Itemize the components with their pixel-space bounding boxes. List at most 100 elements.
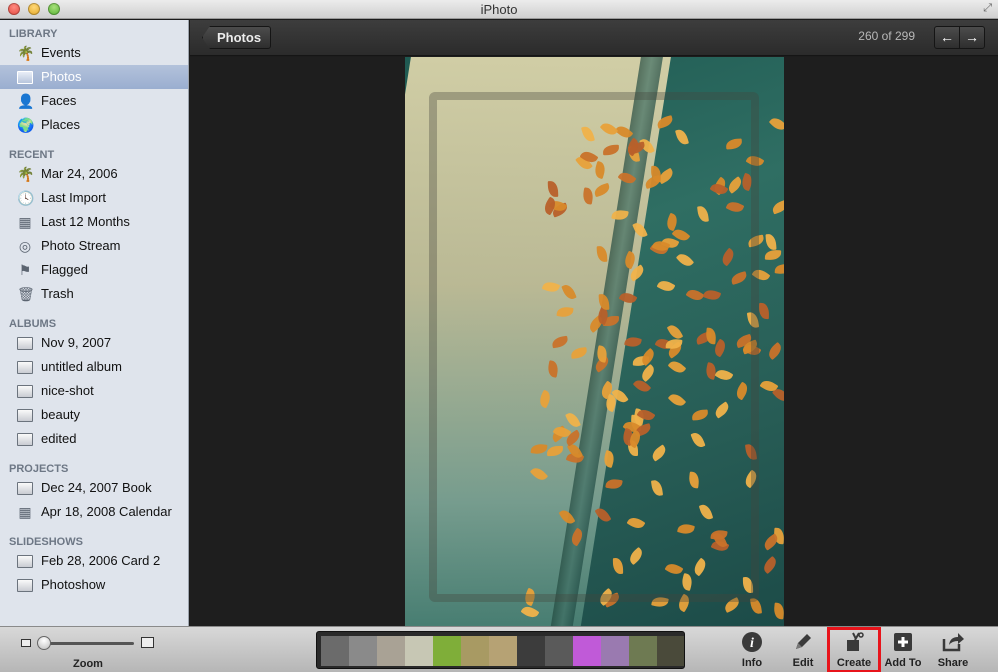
sidebar-item-label: Faces	[41, 93, 77, 108]
photo-image[interactable]	[405, 57, 784, 626]
trash-icon: 🗑	[17, 286, 35, 302]
sidebar-item-label: Apr 18, 2008 Calendar	[41, 504, 172, 519]
arrow-left-icon: ←	[940, 29, 954, 45]
filmstrip-thumbnail[interactable]	[461, 636, 489, 666]
zoom-large-icon[interactable]	[141, 637, 154, 648]
photo-frame-overlay	[429, 92, 759, 602]
sidebar-item-label: Trash	[41, 286, 74, 301]
photo-stream-icon: ◎	[18, 238, 32, 254]
sidebar-item-dec-24-2007-book[interactable]: Dec 24, 2007 Book	[0, 476, 188, 500]
title-bar: iPhoto ⤢	[0, 0, 998, 19]
sidebar-item-last-import[interactable]: 🕓 Last Import	[0, 186, 188, 210]
leaf-shape	[773, 602, 784, 619]
filmstrip-thumbnail[interactable]	[657, 636, 684, 666]
sidebar-item-photos[interactable]: Photos	[0, 65, 188, 89]
info-icon: i	[729, 631, 775, 657]
section-header-slideshows: SLIDESHOWS	[9, 536, 83, 548]
filmstrip-thumbnail[interactable]	[349, 636, 377, 666]
palm-tree-icon: 🌴	[17, 45, 35, 61]
leaf-shape	[768, 114, 784, 134]
pencil-icon	[780, 631, 826, 657]
add-to-button[interactable]: Add To	[880, 631, 926, 671]
filmstrip-thumbnail[interactable]	[517, 636, 545, 666]
zoom-slider-track[interactable]	[38, 642, 134, 645]
zoom-small-icon[interactable]	[21, 639, 31, 647]
info-button[interactable]: i Info	[729, 631, 775, 671]
sidebar-item-label: Flagged	[41, 262, 88, 277]
filmstrip-thumbnail[interactable]	[573, 636, 601, 666]
zoom-slider-knob[interactable]	[37, 636, 51, 650]
sidebar-item-label: Photo Stream	[41, 238, 121, 253]
sidebar-item-apr-18-2008-calendar[interactable]: ▦ Apr 18, 2008 Calendar	[0, 500, 188, 524]
filmstrip-thumbnail[interactable]	[601, 636, 629, 666]
book-icon	[17, 482, 33, 495]
filmstrip-thumbnail[interactable]	[545, 636, 573, 666]
section-header-projects: PROJECTS	[9, 463, 69, 475]
sidebar-item-label: Photoshow	[41, 577, 106, 592]
sidebar-item-label: Nov 9, 2007	[41, 335, 112, 350]
sidebar-item-last-12-months[interactable]: ▦ Last 12 Months	[0, 210, 188, 234]
filmstrip-thumbnail[interactable]	[377, 636, 405, 666]
globe-icon: 🌍	[17, 117, 35, 133]
back-to-photos-button[interactable]: Photos	[202, 26, 272, 49]
sidebar-item-label: edited	[41, 431, 77, 446]
sidebar-item-label: Last 12 Months	[41, 214, 130, 229]
section-header-albums: ALBUMS	[9, 318, 57, 330]
sidebar-item-label: Last Import	[41, 190, 107, 205]
flag-icon: ⚑	[18, 262, 32, 278]
leaf-shape	[765, 342, 784, 361]
plus-icon	[880, 631, 926, 657]
person-icon: 👤	[17, 93, 35, 109]
share-button[interactable]: Share	[930, 631, 976, 671]
leaf-shape	[759, 302, 770, 319]
fullscreen-icon[interactable]: ⤢	[983, 2, 992, 15]
edit-button[interactable]: Edit	[780, 631, 826, 671]
filmstrip[interactable]	[316, 631, 685, 669]
sidebar-item-photo-stream[interactable]: ◎ Photo Stream	[0, 234, 188, 258]
sidebar-item-trash[interactable]: 🗑 Trash	[0, 282, 188, 306]
photo-viewer	[190, 57, 998, 626]
sidebar-item-mar-24-2006[interactable]: 🌴 Mar 24, 2006	[0, 162, 188, 186]
slideshow-icon	[17, 579, 33, 592]
filmstrip-thumbnail[interactable]	[489, 636, 517, 666]
sidebar-item-nov-9-2007[interactable]: Nov 9, 2007	[0, 331, 188, 355]
bottom-toolbar: Zoom i Info Edit Create Add To Share	[0, 626, 998, 672]
sidebar-item-edited[interactable]: edited	[0, 427, 188, 451]
sidebar-item-label: Photos	[41, 69, 82, 84]
section-header-recent: RECENT	[9, 149, 55, 161]
sidebar-item-places[interactable]: 🌍 Places	[0, 113, 188, 137]
section-header-library: LIBRARY	[9, 28, 58, 40]
photo-icon	[17, 71, 33, 84]
leaf-shape	[764, 250, 781, 261]
svg-text:i: i	[750, 636, 754, 651]
sidebar-item-untitled-album[interactable]: untitled album	[0, 355, 188, 379]
slideshow-icon	[17, 555, 33, 568]
photo-counter: 260 of 299	[858, 29, 915, 43]
calendar-icon: ▦	[18, 214, 32, 230]
filmstrip-thumbnail[interactable]	[405, 636, 433, 666]
filmstrip-thumbnail[interactable]	[433, 636, 461, 666]
previous-photo-button[interactable]: ←	[934, 26, 960, 49]
sidebar-item-label: Feb 28, 2006 Card 2	[41, 553, 161, 568]
sidebar-item-beauty[interactable]: beauty	[0, 403, 188, 427]
filmstrip-thumbnail[interactable]	[629, 636, 657, 666]
sidebar-item-label: untitled album	[41, 359, 122, 374]
next-photo-button[interactable]: →	[959, 26, 985, 49]
sidebar-item-feb-28-2006-card-2[interactable]: Feb 28, 2006 Card 2	[0, 549, 188, 573]
sidebar-item-faces[interactable]: 👤 Faces	[0, 89, 188, 113]
filmstrip-thumbnail[interactable]	[321, 636, 349, 666]
sidebar-item-label: Places	[41, 117, 81, 132]
sidebar-item-nice-shot[interactable]: nice-shot	[0, 379, 188, 403]
window-title: iPhoto	[480, 2, 518, 17]
album-icon	[17, 385, 33, 398]
sidebar-item-events[interactable]: 🌴 Events	[0, 41, 188, 65]
sidebar-item-label: Events	[41, 45, 81, 60]
sidebar-item-photoshow[interactable]: Photoshow	[0, 573, 188, 597]
sidebar-item-flagged[interactable]: ⚑ Flagged	[0, 258, 188, 282]
leaf-shape	[774, 263, 784, 275]
viewer-toolbar: Photos 260 of 299 ← →	[190, 20, 998, 56]
leaf-shape	[765, 233, 777, 251]
sidebar-item-label: Dec 24, 2007 Book	[41, 480, 152, 495]
album-icon	[17, 337, 33, 350]
sidebar-item-label: nice-shot	[41, 383, 94, 398]
